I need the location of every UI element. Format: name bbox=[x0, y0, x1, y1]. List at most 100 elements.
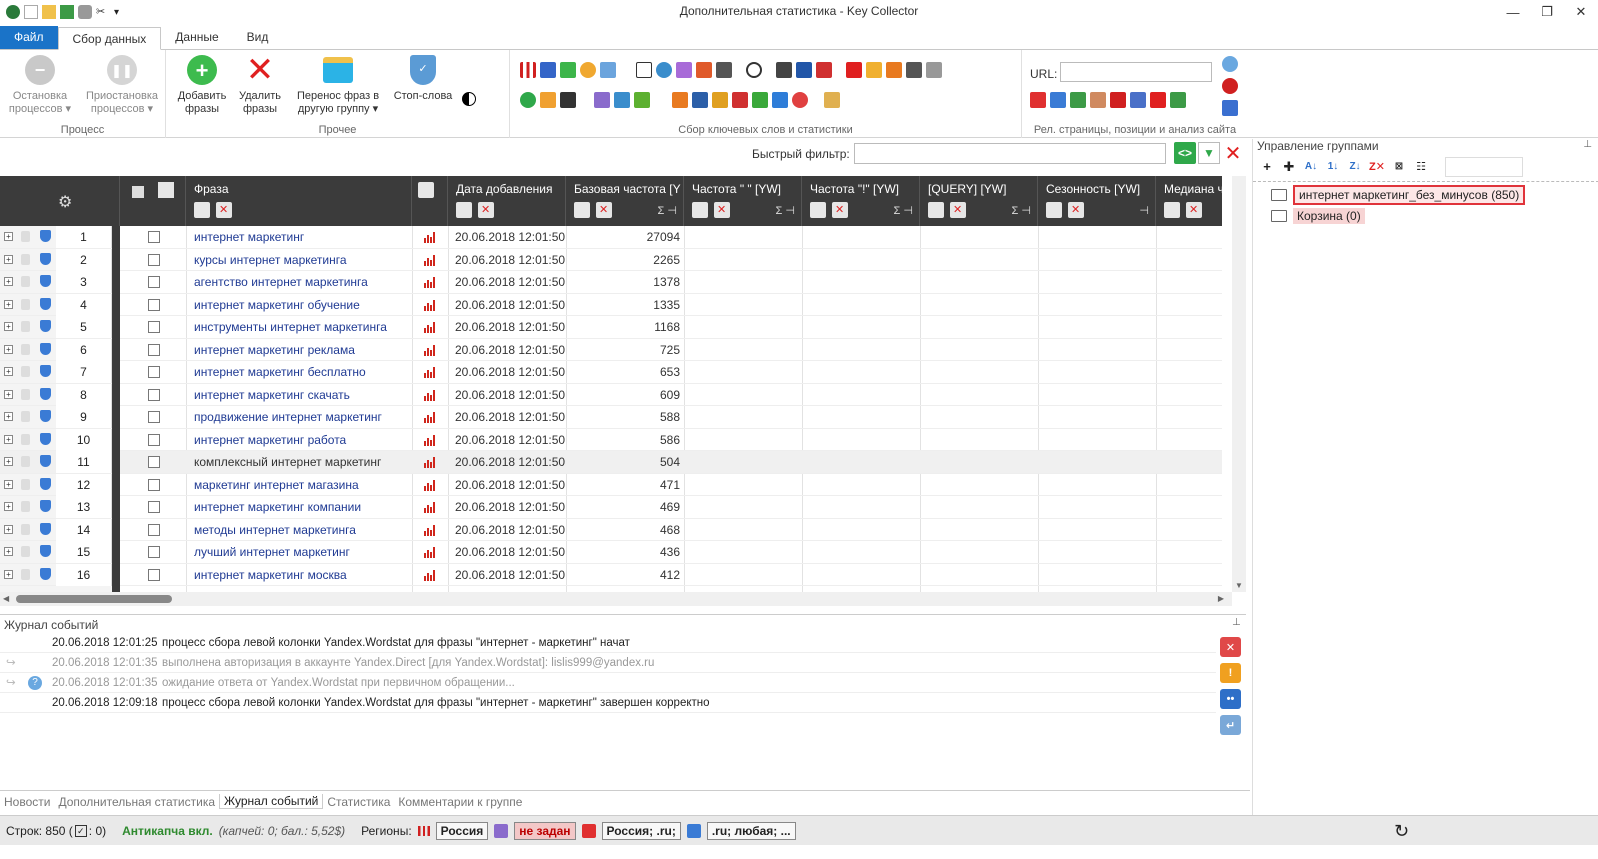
expand-icon[interactable]: + bbox=[4, 434, 13, 444]
lock-icon[interactable] bbox=[21, 276, 30, 287]
expand-icon[interactable]: + bbox=[4, 524, 13, 534]
phrase-cell[interactable]: интернет маркетинг бесплатно bbox=[194, 361, 408, 383]
shield-icon[interactable] bbox=[40, 455, 51, 467]
warnings-filter-icon[interactable]: ! bbox=[1220, 663, 1241, 683]
pin-season-icon[interactable]: ⊣ bbox=[1139, 204, 1149, 217]
lock-icon[interactable] bbox=[21, 501, 30, 512]
filter-stat-icon[interactable] bbox=[418, 182, 434, 198]
phrase-cell[interactable]: продвижение интернет маркетинг bbox=[194, 406, 408, 428]
tab-news[interactable]: Новости bbox=[0, 795, 54, 809]
leaf-icon[interactable] bbox=[634, 92, 650, 108]
table-row[interactable]: +2 курсы интернет маркетинга 20.06.2018 12… bbox=[0, 248, 1222, 271]
header-freq-exclaim[interactable]: Частота "!" [YW] Σ ⊣ bbox=[802, 176, 920, 226]
phrase-cell[interactable]: методы интернет маркетинга bbox=[194, 519, 408, 541]
header-median[interactable]: Медиана ч bbox=[1156, 176, 1224, 226]
filter-icon[interactable]: ▼ bbox=[1198, 142, 1220, 164]
wordstat-icon[interactable] bbox=[520, 62, 536, 78]
lock-icon[interactable] bbox=[21, 366, 30, 377]
expand-icon[interactable]: + bbox=[4, 322, 13, 331]
column-settings-icon[interactable]: ⚙ bbox=[58, 192, 72, 212]
stats-bars-icon[interactable] bbox=[424, 547, 437, 558]
lock-icon[interactable] bbox=[21, 523, 30, 535]
shield-icon[interactable] bbox=[40, 545, 51, 557]
bing-icon[interactable] bbox=[796, 62, 812, 78]
scroll-left-icon[interactable]: ◀ bbox=[3, 594, 9, 603]
settings-icon[interactable] bbox=[78, 5, 92, 19]
header-query[interactable]: [QUERY] [YW] Σ ⊣ bbox=[920, 176, 1038, 226]
lock-icon[interactable] bbox=[21, 411, 30, 422]
filter-query-icon[interactable] bbox=[928, 202, 944, 218]
pin-log-icon[interactable]: ⊥ bbox=[1232, 617, 1241, 628]
phrase-cell[interactable]: агентство интернет маркетинга bbox=[194, 271, 408, 293]
minimize-button[interactable]: — bbox=[1496, 0, 1530, 24]
stats-bars-icon[interactable] bbox=[424, 322, 437, 333]
shield-icon[interactable] bbox=[40, 567, 51, 580]
header-base-freq[interactable]: Базовая частота [Y Σ ⊣ bbox=[566, 176, 684, 226]
burst-icon[interactable] bbox=[712, 92, 728, 108]
expand-icon[interactable]: + bbox=[4, 277, 13, 286]
excel-icon[interactable] bbox=[60, 5, 74, 19]
multicolor-icon[interactable] bbox=[580, 62, 596, 78]
image-icon[interactable] bbox=[600, 62, 616, 78]
row-checkbox[interactable] bbox=[148, 546, 160, 558]
table-row[interactable]: +12 маркетинг интернет магазина 20.06.2018… bbox=[0, 473, 1222, 496]
phrase-cell[interactable]: интернет маркетинг bbox=[194, 226, 408, 248]
row-checkbox[interactable] bbox=[148, 456, 160, 468]
shield-icon[interactable] bbox=[40, 275, 51, 287]
clear-season-filter-icon[interactable] bbox=[1068, 202, 1084, 218]
lock-icon[interactable] bbox=[21, 388, 30, 400]
se-icon[interactable] bbox=[560, 92, 576, 108]
wrap-filter-icon[interactable]: ↵ bbox=[1220, 715, 1241, 735]
shield-icon[interactable] bbox=[40, 387, 51, 400]
refresh-green-icon[interactable] bbox=[520, 92, 536, 108]
merge-groups-icon[interactable]: ⊠ bbox=[1391, 159, 1407, 175]
add-subgroup-icon[interactable]: ✚ bbox=[1281, 159, 1297, 175]
table-row[interactable]: +1 интернет маркетинг 20.06.2018 12:01:50 2… bbox=[0, 226, 1222, 249]
row-checkbox[interactable] bbox=[148, 321, 160, 333]
pin-groups-icon[interactable]: ⊥ bbox=[1583, 139, 1592, 150]
lock-icon[interactable] bbox=[21, 456, 30, 467]
hand-icon[interactable] bbox=[886, 62, 902, 78]
quick-filter-input[interactable] bbox=[854, 143, 1166, 164]
stats-bars-icon[interactable] bbox=[424, 277, 437, 288]
map-icon[interactable] bbox=[540, 92, 556, 108]
tab-group-comments[interactable]: Комментарии к группе bbox=[394, 795, 526, 809]
scroll-right-icon[interactable]: ▶ bbox=[1218, 594, 1224, 603]
group-item-trash[interactable]: Корзина (0) bbox=[1271, 208, 1365, 224]
tree-view-icon[interactable]: ☷ bbox=[1413, 159, 1429, 175]
region-google[interactable]: .ru; любая; ... bbox=[706, 821, 796, 840]
shield-icon[interactable] bbox=[40, 230, 51, 242]
table-row[interactable]: +15 лучший интернет маркетинг 20.06.2018 1… bbox=[0, 541, 1222, 564]
table-row[interactable]: +10 интернет маркетинг работа 20.06.2018 1… bbox=[0, 428, 1222, 451]
chart-icon[interactable] bbox=[696, 62, 712, 78]
move-phrases-button[interactable]: Перенос фраз в другую группу ▾ bbox=[292, 54, 384, 116]
clear-quotes-filter-icon[interactable] bbox=[714, 202, 730, 218]
phrase-cell[interactable]: интернет маркетинг реклама bbox=[194, 339, 408, 361]
check-icon[interactable] bbox=[816, 62, 832, 78]
filter-date-icon[interactable] bbox=[456, 202, 472, 218]
lock-icon[interactable] bbox=[21, 298, 30, 310]
shield-icon[interactable] bbox=[40, 297, 51, 310]
google-g-icon[interactable] bbox=[614, 92, 630, 108]
stats-bars-icon[interactable] bbox=[424, 367, 437, 378]
expand-icon[interactable]: + bbox=[4, 412, 13, 421]
filter-phrase-icon[interactable] bbox=[194, 202, 210, 218]
stats-bars-icon[interactable] bbox=[424, 479, 437, 491]
shield-icon[interactable] bbox=[40, 500, 51, 512]
yandex-rel-icon[interactable] bbox=[1110, 92, 1126, 108]
lock-icon[interactable] bbox=[21, 433, 30, 445]
add-group-icon[interactable]: + bbox=[1259, 159, 1275, 175]
row-checkbox[interactable] bbox=[148, 388, 160, 401]
clear-phrase-filter-icon[interactable] bbox=[216, 202, 232, 218]
phrase-cell[interactable]: комплексный интернет маркетинг bbox=[194, 451, 408, 473]
row-checkbox[interactable] bbox=[148, 231, 160, 243]
mail-icon[interactable] bbox=[732, 92, 748, 108]
lock-icon[interactable] bbox=[21, 568, 30, 580]
stats-bars-icon[interactable] bbox=[424, 434, 437, 446]
table-row[interactable]: +14 методы интернет маркетинга 20.06.2018 … bbox=[0, 518, 1222, 541]
expand-icon[interactable]: + bbox=[4, 457, 13, 466]
horizontal-scroll-thumb[interactable] bbox=[16, 595, 172, 603]
google-blue-icon[interactable] bbox=[1050, 92, 1066, 108]
sum-exclaim-icon[interactable]: Σ ⊣ bbox=[894, 204, 913, 217]
tab-extra-stats[interactable]: Дополнительная статистика bbox=[54, 795, 219, 809]
